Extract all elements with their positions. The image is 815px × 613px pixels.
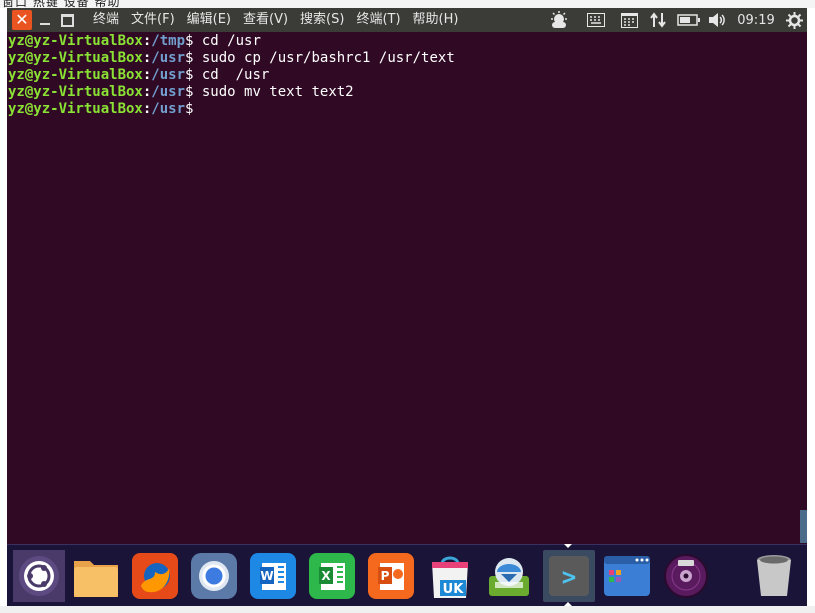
command-text: sudo cp /usr/bashrc1 /usr/text: [193, 50, 455, 66]
wps-presentation-icon[interactable]: P: [366, 551, 416, 601]
close-window-button[interactable]: ✕: [12, 10, 32, 30]
wps-presentation-letter: P: [381, 569, 390, 583]
menu-file[interactable]: 文件(F): [131, 11, 175, 29]
wps-writer-icon[interactable]: W: [248, 551, 298, 601]
terminal-line: yz@yz-VirtualBox:/usr$: [8, 101, 807, 118]
prompt-user: yz@yz-VirtualBox: [8, 84, 143, 100]
terminal-line: yz@yz-VirtualBox:/usr$ sudo cp /usr/bash…: [8, 50, 807, 67]
prompt-path: /usr: [151, 101, 186, 117]
command-text: cd /usr: [193, 67, 270, 83]
minimize-window-button[interactable]: [38, 10, 52, 30]
trash-icon[interactable]: [749, 551, 799, 601]
prompt-path: /tmp: [151, 33, 186, 49]
prompt-path: /usr: [151, 84, 186, 100]
menu-edit[interactable]: 编辑(E): [187, 11, 231, 29]
maximize-window-button[interactable]: [60, 10, 74, 30]
software-updater-icon[interactable]: [484, 551, 534, 601]
prompt-path: /usr: [151, 67, 186, 83]
virtualbox-status-strip: [0, 606, 815, 613]
terminal-prompt-glyph: >: [562, 563, 576, 591]
kylin-software-label: UK: [443, 582, 465, 597]
ubuntu-kylin-software-icon[interactable]: UK: [425, 551, 475, 601]
menu-bar: 终端 文件(F) 编辑(E) 查看(V) 搜索(S) 终端(T) 帮助(H): [93, 11, 470, 29]
files-folder-icon[interactable]: [71, 551, 121, 601]
wps-spreadsheets-letter: X: [321, 569, 331, 583]
network-arrows-icon[interactable]: [643, 8, 673, 32]
calendar-icon[interactable]: [615, 8, 643, 32]
terminal-output: yz@yz-VirtualBox:/tmp$ cd /usr yz@yz-Vir…: [7, 32, 807, 118]
prompt-path: /usr: [151, 50, 186, 66]
wps-spreadsheets-icon[interactable]: X: [307, 551, 357, 601]
prompt-user: yz@yz-VirtualBox: [8, 101, 143, 117]
prompt-user: yz@yz-VirtualBox: [8, 33, 143, 49]
terminal-window[interactable]: yz@yz-VirtualBox:/tmp$ cd /usr yz@yz-Vir…: [7, 32, 807, 544]
prompt-user: yz@yz-VirtualBox: [8, 50, 143, 66]
indicator-area: 09:19: [541, 8, 807, 32]
menu-view[interactable]: 查看(V): [243, 11, 288, 29]
prompt-symbol: $: [185, 101, 194, 117]
battery-icon[interactable]: [673, 8, 705, 32]
menu-terminal[interactable]: 终端(T): [356, 11, 400, 29]
dvd-disc-icon[interactable]: [661, 551, 711, 601]
terminal-line: yz@yz-VirtualBox:/usr$ sudo mv text text…: [8, 84, 807, 101]
firefox-icon[interactable]: [130, 551, 180, 601]
terminal-line: yz@yz-VirtualBox:/tmp$ cd /usr: [8, 33, 807, 50]
settings-gear-icon[interactable]: [781, 8, 807, 32]
menu-help[interactable]: 帮助(H): [413, 11, 459, 29]
terminal-icon[interactable]: >: [543, 550, 595, 602]
volume-icon[interactable]: [705, 8, 731, 32]
window-manager-icon[interactable]: [602, 551, 652, 601]
command-text: sudo mv text text2: [193, 84, 354, 100]
chromium-icon[interactable]: [189, 551, 239, 601]
menu-search[interactable]: 搜索(S): [300, 11, 344, 29]
prompt-user: yz@yz-VirtualBox: [8, 67, 143, 83]
menu-app-title: 终端: [93, 12, 120, 27]
keyboard-icon[interactable]: [577, 8, 615, 32]
active-pointer-top: [564, 544, 572, 548]
virtualbox-menu-text: 窗口 热键 设备 帮助: [2, 0, 121, 8]
clock[interactable]: 09:19: [731, 8, 781, 32]
terminal-scrollbar-thumb[interactable]: [800, 510, 807, 543]
ubuntu-dash-icon[interactable]: [13, 550, 65, 602]
launcher-dock: W X P UK >: [7, 544, 807, 607]
top-panel: ✕ 终端 文件(F) 编辑(E) 查看(V) 搜索(S) 终端(T) 帮助(H)…: [7, 8, 807, 32]
weather-icon[interactable]: [541, 8, 577, 32]
command-text: cd /usr: [193, 33, 261, 49]
virtualbox-menu-strip: 窗口 热键 设备 帮助: [0, 0, 815, 8]
wps-writer-letter: W: [260, 569, 273, 583]
terminal-line: yz@yz-VirtualBox:/usr$ cd /usr: [8, 67, 807, 84]
